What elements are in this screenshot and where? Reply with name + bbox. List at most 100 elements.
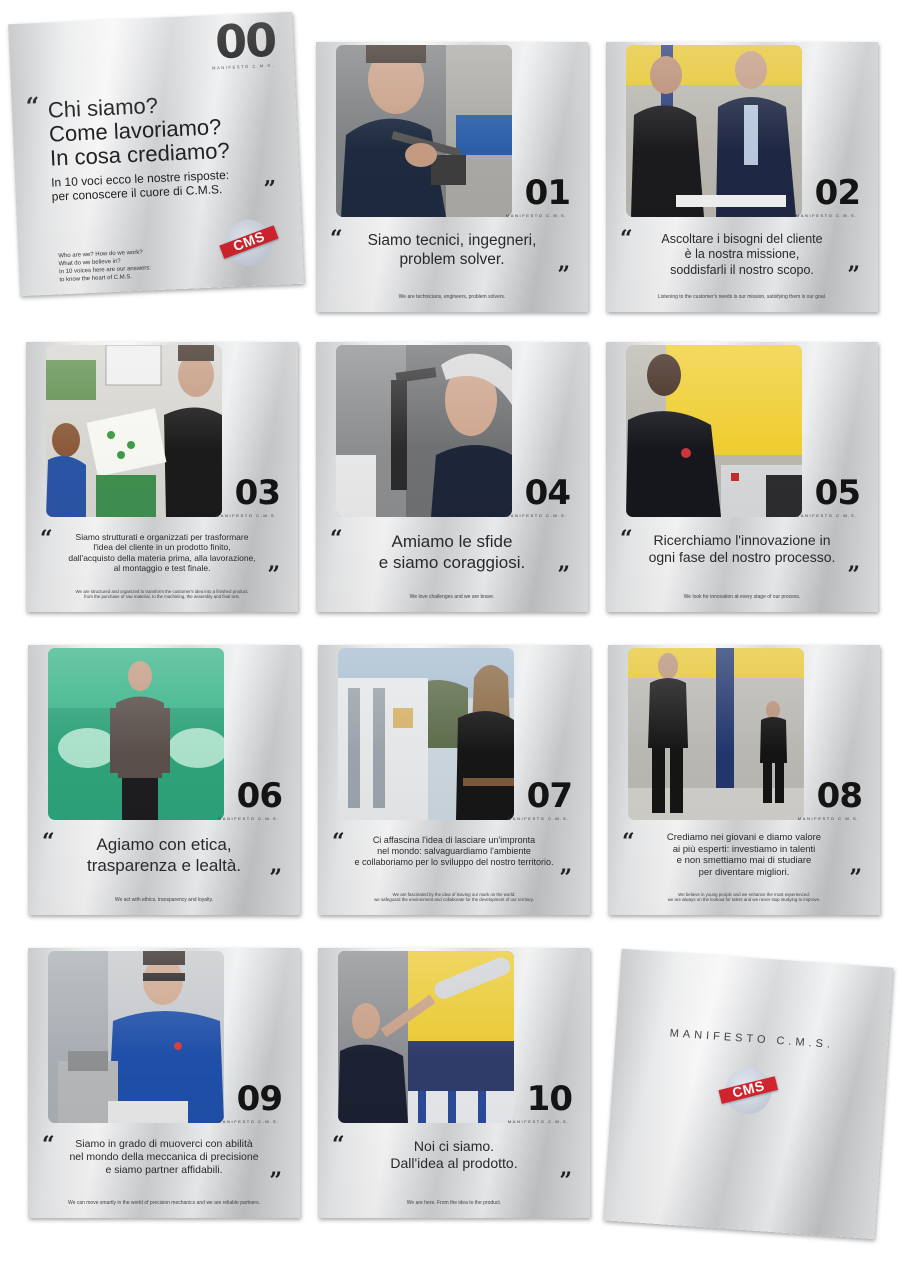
close-quote: ”: [849, 865, 862, 891]
open-quote: “: [330, 226, 343, 252]
card-number: 10: [526, 1079, 573, 1119]
open-quote: “: [42, 829, 55, 855]
statement-line: ai più esperti: investiamo in talenti: [672, 843, 816, 855]
intro-number: 00: [213, 12, 277, 70]
english-translation: We are here. From the idea to the produc…: [326, 1200, 582, 1207]
english-translation: We look for innovation at every stage of…: [614, 594, 870, 601]
manifesto-card-10: 10 MANIFESTO C.M.S. “ Noi ci siamo. Dall…: [318, 948, 590, 1218]
statement-line: al montaggio e test finale.: [113, 563, 211, 574]
english-translation: Listening to the customer's needs is our…: [614, 294, 870, 301]
statement-line: ogni fase del nostro processo.: [648, 549, 836, 566]
statement-line: trasparenza e lealtà.: [86, 855, 242, 875]
statement-line: e siamo partner affidabili.: [105, 1163, 223, 1176]
card-number: 05: [814, 473, 861, 513]
card-manifesto-label: MANIFESTO C.M.S.: [215, 513, 278, 518]
statement-line: Siamo tecnici, ingegneri,: [367, 232, 537, 249]
photo-reviewing-drawing: [46, 345, 222, 517]
card-manifesto-label: MANIFESTO C.M.S.: [505, 213, 568, 218]
card-number: 01: [524, 173, 571, 213]
english-translation: We act with ethics, transparency and loy…: [36, 897, 292, 904]
photo-man-green-backdrop: [48, 648, 224, 820]
card-number: 09: [236, 1079, 283, 1119]
manifesto-card-02: 02 MANIFESTO C.M.S. “ Ascoltare i bisogn…: [606, 42, 878, 312]
italian-statement: Noi ci siamo. Dall'idea al prodotto.: [348, 1138, 560, 1172]
english-line: we are always on the lookout for talent …: [667, 897, 821, 903]
close-quote: ”: [847, 562, 860, 588]
italian-statement: Agiamo con etica, trasparenza e lealtà.: [58, 835, 270, 876]
english-translation: We are structured and organized to trans…: [34, 589, 290, 600]
photo-woman-factory-exterior: [338, 648, 514, 820]
logo-text: CMS: [230, 227, 267, 255]
close-quote: ”: [559, 865, 572, 891]
photo-technician-caliper: [336, 45, 512, 217]
open-quote: “: [332, 1132, 345, 1158]
photo-two-men-discussing: [626, 45, 802, 217]
statement-line: Amiamo le sfide: [391, 532, 513, 551]
photo-welder: [336, 345, 512, 517]
card-number: 02: [814, 173, 861, 213]
statement-line: Ricerchiamo l'innovazione in: [653, 532, 831, 548]
italian-statement: Siamo strutturati e organizzati per tras…: [52, 532, 272, 573]
manifesto-card-04: 04 MANIFESTO C.M.S. “ Amiamo le sfide e …: [316, 342, 588, 612]
card-manifesto-label: MANIFESTO C.M.S.: [797, 816, 860, 821]
statement-line: e siamo coraggiosi.: [378, 552, 526, 572]
card-manifesto-label: MANIFESTO C.M.S.: [795, 213, 858, 218]
english-line: We are technicians, engineers, problem s…: [398, 293, 506, 300]
statement-line: per diventare migliori.: [698, 866, 790, 878]
manifesto-card-03: 03 MANIFESTO C.M.S. “ Siamo strutturati …: [26, 342, 298, 612]
english-line: We can move smartly in the world of prec…: [68, 1199, 260, 1206]
card-number: 07: [526, 776, 573, 816]
intro-title: Chi siamo? Come lavoriamo? In cosa credi…: [47, 91, 230, 170]
english-line: We are here. From the idea to the produc…: [406, 1199, 502, 1206]
statement-line: Siamo strutturati e organizzati per tras…: [75, 532, 249, 542]
english-translation: We believe in young people and we enhanc…: [616, 892, 872, 903]
close-quote: ”: [269, 1168, 282, 1194]
close-quote: ”: [557, 262, 570, 288]
statement-line: Ci affascina l'idea di lasciare un'impro…: [372, 835, 536, 845]
english-translation: We are fascinated by the idea of leaving…: [326, 892, 582, 903]
statement-line: nel mondo: salvaguardiamo l'ambiente: [377, 845, 531, 856]
intro-lead: In 10 voci ecco le nostre risposte: per …: [51, 168, 230, 205]
close-quote: ”: [269, 865, 282, 891]
open-quote: “: [620, 226, 633, 252]
logo-text: CMS: [730, 1077, 767, 1101]
italian-statement: Amiamo le sfide e siamo coraggiosi.: [346, 532, 558, 573]
close-quote: ”: [559, 1168, 572, 1194]
statement-line: è la nostra missione,: [684, 247, 800, 262]
italian-statement: Siamo in grado di muoverci con abilità n…: [58, 1138, 270, 1176]
statement-line: problem solver.: [399, 250, 505, 268]
cms-logo: CMS: [718, 1066, 779, 1116]
card-manifesto-label: MANIFESTO C.M.S.: [507, 816, 570, 821]
open-quote: “: [622, 829, 635, 855]
cms-logo: CMS: [219, 219, 279, 268]
english-line: Listening to the customer's needs is our…: [657, 293, 827, 300]
statement-line: Ascoltare i bisogni del cliente: [661, 232, 823, 246]
intro-close-quote: ”: [263, 175, 277, 203]
manifesto-card-01: 01 MANIFESTO C.M.S. “ Siamo tecnici, ing…: [316, 42, 588, 312]
back-cover-title: MANIFESTO C.M.S.: [669, 1027, 835, 1051]
italian-statement: Ricerchiamo l'innovazione in ogni fase d…: [636, 532, 848, 566]
manifesto-back-cover: MANIFESTO C.M.S. CMS: [602, 948, 894, 1240]
photo-worker-lifting-part: [338, 951, 514, 1123]
statement-line: l'idea del cliente in un prodotto finito…: [93, 542, 231, 553]
english-line: from the purchase of raw material, to th…: [84, 594, 240, 600]
close-quote: ”: [847, 262, 860, 288]
italian-statement: Siamo tecnici, ingegneri, problem solver…: [346, 232, 558, 270]
card-number: 06: [236, 776, 283, 816]
close-quote: ”: [267, 562, 280, 588]
statement-line: Crediamo nei giovani e diamo valore: [666, 832, 822, 843]
manifesto-card-05: 05 MANIFESTO C.M.S. “ Ricerchiamo l'inno…: [606, 342, 878, 612]
italian-statement: Ascoltare i bisogni del cliente è la nos…: [636, 232, 848, 278]
statement-line: nel mondo della meccanica di precisione: [69, 1150, 259, 1163]
photo-smiling-worker: [626, 345, 802, 517]
english-line: we safeguard the environment and collabo…: [374, 897, 534, 903]
card-manifesto-label: MANIFESTO C.M.S.: [217, 816, 280, 821]
statement-line: e non smettiamo mai di studiare: [676, 855, 812, 867]
statement-line: soddisfarli il nostro scopo.: [670, 262, 814, 277]
open-quote: “: [330, 526, 343, 552]
manifesto-card-06: 06 MANIFESTO C.M.S. “ Agiamo con etica, …: [28, 645, 300, 915]
intro-english-text: Who are we? How do we work? What do we b…: [58, 248, 151, 284]
english-line: We look for innovation at every stage of…: [683, 593, 801, 600]
card-manifesto-label: MANIFESTO C.M.S.: [507, 1119, 570, 1124]
intro-open-quote: “: [25, 91, 41, 121]
